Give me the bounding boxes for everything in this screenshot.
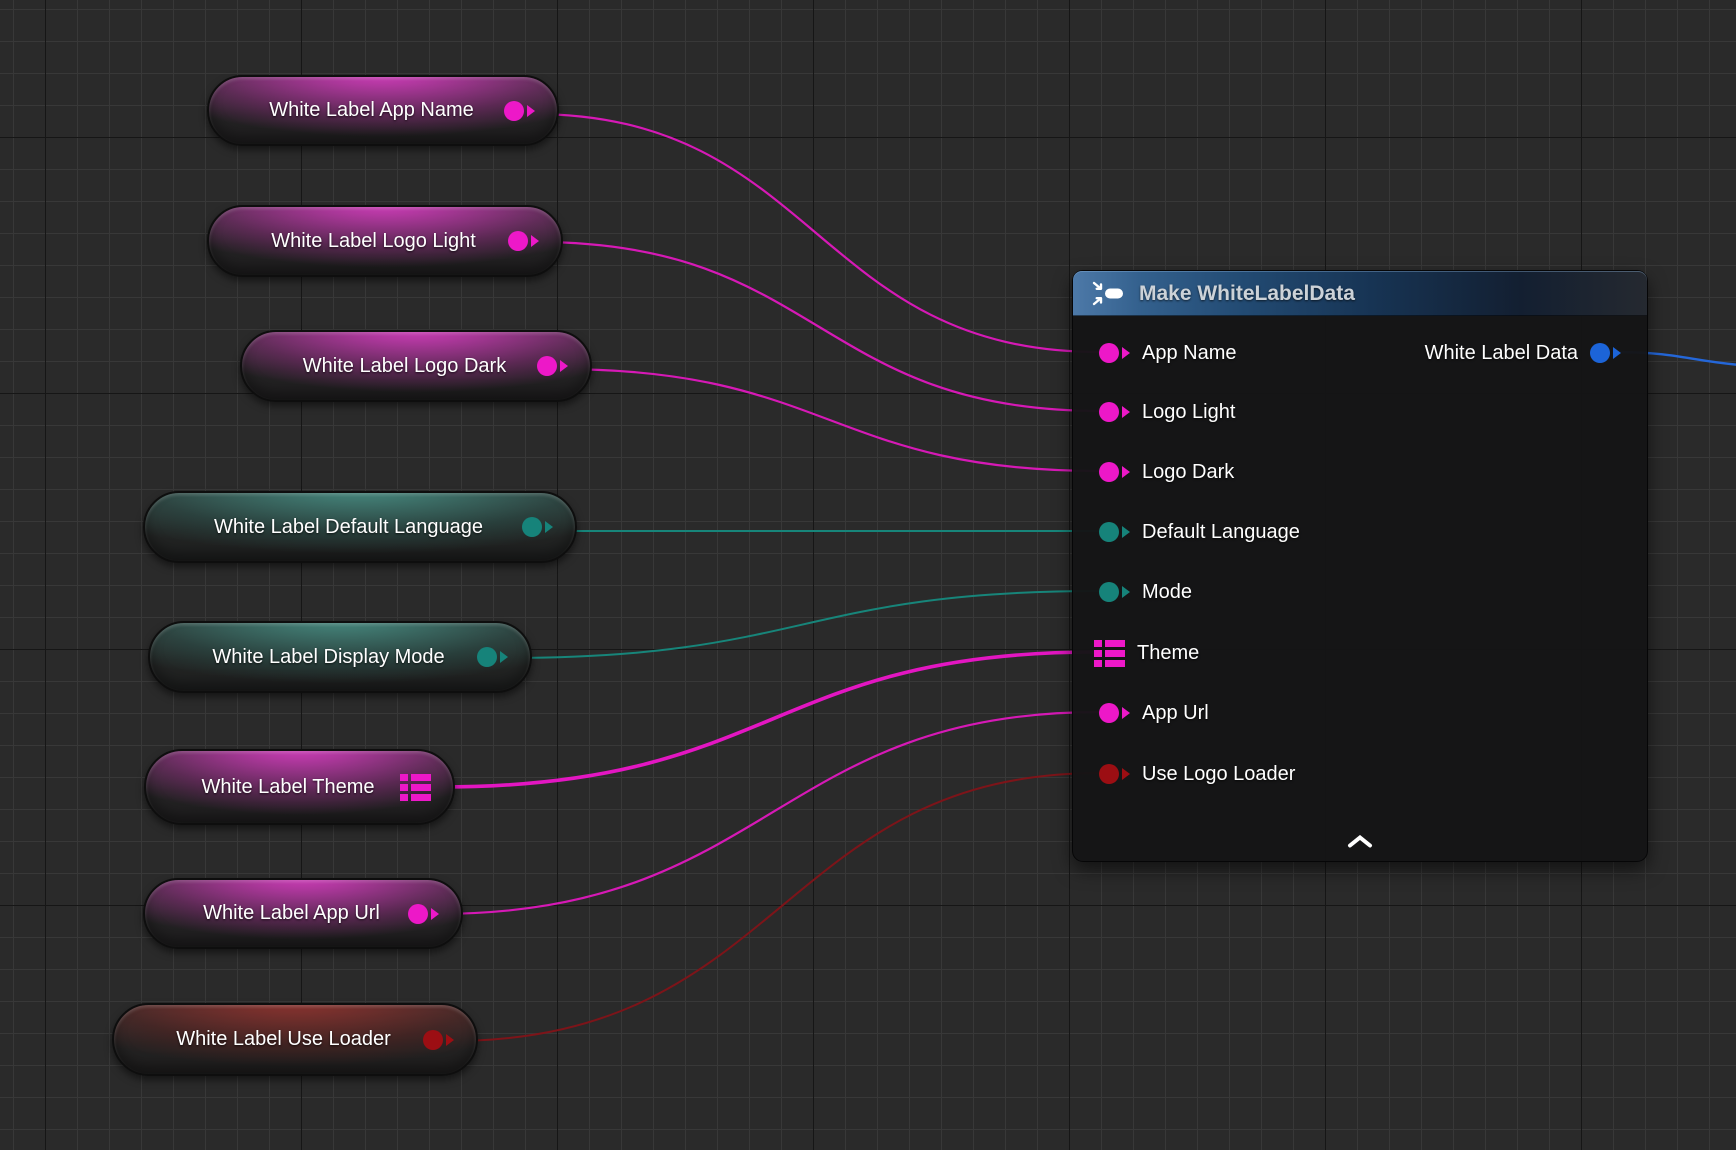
node-white-label-app-url[interactable]: White Label App Url — [143, 878, 463, 949]
wire-use-loader — [450, 773, 1100, 1041]
node-label: White Label App Name — [239, 99, 504, 122]
node-label: White Label Logo Dark — [272, 355, 537, 378]
wire-display-mode — [506, 591, 1100, 658]
make-node-title: Make WhiteLabelData — [1139, 282, 1355, 306]
node-label: White Label Theme — [176, 776, 400, 799]
input-pin-row-app-name[interactable]: App Name — [1099, 338, 1237, 368]
output-pin-string[interactable] — [508, 231, 539, 251]
pin-label: Logo Light — [1142, 401, 1235, 424]
node-label: White Label Display Mode — [180, 646, 477, 669]
node-white-label-logo-light[interactable]: White Label Logo Light — [207, 205, 563, 277]
pin-label: White Label Data — [1425, 342, 1578, 365]
input-pin-logo-light[interactable] — [1099, 402, 1130, 422]
node-white-label-app-name[interactable]: White Label App Name — [207, 75, 559, 146]
output-pin-row-white-label-data[interactable]: White Label Data — [1425, 338, 1621, 368]
pin-label: Use Logo Loader — [1142, 763, 1295, 786]
wire-app-name — [532, 114, 1100, 352]
pin-label: Default Language — [1142, 521, 1300, 544]
input-pin-app-name[interactable] — [1099, 343, 1130, 363]
output-pin-white-label-data[interactable] — [1590, 343, 1621, 363]
chevron-up-icon — [1347, 835, 1373, 848]
collapse-node-button[interactable] — [1337, 833, 1383, 853]
node-label: White Label App Url — [175, 902, 408, 925]
struct-pin-icon[interactable] — [400, 774, 431, 801]
input-pin-row-mode[interactable]: Mode — [1099, 577, 1192, 607]
input-pin-row-logo-light[interactable]: Logo Light — [1099, 397, 1235, 427]
pin-label: App Url — [1142, 702, 1209, 725]
input-pin-default-language[interactable] — [1099, 522, 1130, 542]
input-pin-row-use-logo-loader[interactable]: Use Logo Loader — [1099, 759, 1295, 789]
pin-label: Mode — [1142, 581, 1192, 604]
wire-logo-light — [537, 242, 1100, 411]
pin-label: App Name — [1142, 342, 1237, 365]
pin-label: Logo Dark — [1142, 461, 1234, 484]
output-pin-enum[interactable] — [477, 647, 508, 667]
input-pin-use-logo-loader[interactable] — [1099, 764, 1130, 784]
output-pin-string[interactable] — [504, 101, 535, 121]
node-make-whitelabeldata[interactable]: Make WhiteLabelData App Name Logo Light … — [1072, 270, 1648, 862]
input-pin-theme-struct-icon[interactable] — [1094, 640, 1125, 667]
make-node-header[interactable]: Make WhiteLabelData — [1073, 271, 1647, 316]
wire-logo-dark — [558, 369, 1100, 471]
node-white-label-default-language[interactable]: White Label Default Language — [143, 491, 577, 563]
output-pin-bool[interactable] — [423, 1030, 454, 1050]
output-pin-enum[interactable] — [522, 517, 553, 537]
node-white-label-theme[interactable]: White Label Theme — [144, 749, 455, 825]
input-pin-app-url[interactable] — [1099, 703, 1130, 723]
node-white-label-display-mode[interactable]: White Label Display Mode — [148, 621, 532, 693]
input-pin-mode[interactable] — [1099, 582, 1130, 602]
make-struct-icon — [1091, 280, 1127, 307]
output-pin-string[interactable] — [537, 356, 568, 376]
input-pin-row-theme[interactable]: Theme — [1094, 638, 1199, 668]
input-pin-row-logo-dark[interactable]: Logo Dark — [1099, 457, 1234, 487]
node-label: White Label Logo Light — [239, 230, 508, 253]
node-white-label-use-loader[interactable]: White Label Use Loader — [112, 1003, 478, 1076]
blueprint-graph-canvas[interactable]: White Label App Name White Label Logo Li… — [0, 0, 1736, 1150]
input-pin-row-default-language[interactable]: Default Language — [1099, 517, 1300, 547]
node-label: White Label Use Loader — [144, 1028, 423, 1051]
wire-app-url — [436, 712, 1100, 914]
output-pin-string[interactable] — [408, 904, 439, 924]
pin-label: Theme — [1137, 642, 1199, 665]
input-pin-logo-dark[interactable] — [1099, 462, 1130, 482]
node-label: White Label Default Language — [175, 516, 522, 539]
input-pin-row-app-url[interactable]: App Url — [1099, 698, 1209, 728]
node-white-label-logo-dark[interactable]: White Label Logo Dark — [240, 330, 592, 402]
